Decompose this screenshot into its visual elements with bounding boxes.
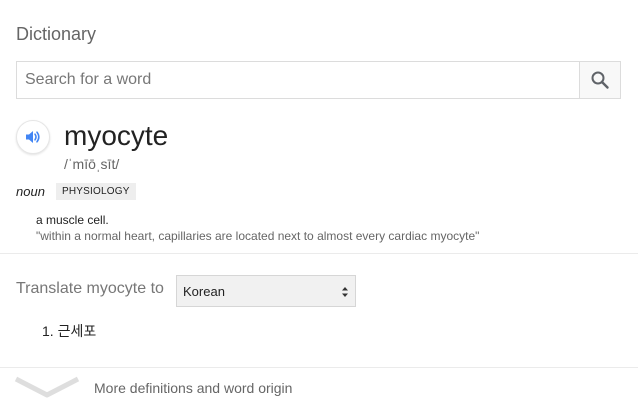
phonetic-spelling: /ˈmīōˌsīt/ [64, 156, 120, 172]
translation-result: 1. 근세포 [42, 321, 96, 341]
language-select[interactable]: Korean [176, 275, 356, 307]
speaker-icon [26, 131, 40, 143]
up-down-arrows-icon [342, 287, 348, 297]
more-definitions-label: More definitions and word origin [94, 380, 293, 396]
domain-tag: PHYSIOLOGY [56, 183, 136, 200]
headword: myocyte [64, 120, 169, 151]
pronunciation-button[interactable] [16, 120, 50, 154]
example-sentence: "within a normal heart, capillaries are … [36, 229, 480, 243]
search-icon [591, 71, 609, 89]
more-definitions-link[interactable]: More definitions and word origin [0, 370, 638, 408]
translation-number: 1. [42, 323, 54, 339]
language-select-value: Korean [183, 283, 225, 299]
chevron-down-icon [14, 376, 80, 398]
translation-text: 근세포 [57, 323, 97, 339]
definition-text: a muscle cell. [36, 213, 109, 227]
dictionary-card: Dictionary myocyte /ˈmīōˌsīt/ noun PHYSI… [0, 0, 638, 408]
part-of-speech: noun [16, 184, 45, 199]
search-input[interactable] [17, 62, 579, 98]
dictionary-title: Dictionary [16, 24, 97, 44]
search-button[interactable] [579, 62, 620, 98]
section-divider [0, 253, 638, 254]
translate-label: Translate myocyte to [16, 280, 164, 297]
search-box [16, 61, 621, 99]
footer-divider [0, 367, 638, 368]
